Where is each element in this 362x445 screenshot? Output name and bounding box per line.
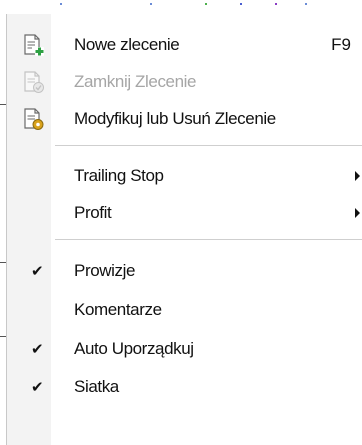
menu-item-label: Nowe zlecenie — [74, 35, 180, 54]
submenu-arrow-icon — [355, 208, 360, 218]
menu-separator — [55, 145, 362, 147]
menu-item-close-order[interactable]: Zamknij Zlecenie — [7, 65, 362, 99]
menu-separator — [55, 239, 362, 241]
menu-item-label: Siatka — [74, 377, 119, 396]
menu-item-label: Profit — [74, 203, 112, 222]
menu-item-label: Trailing Stop — [74, 166, 164, 185]
menu-item-label: Zamknij Zlecenie — [74, 72, 197, 91]
menu-item-commissions[interactable]: ✔ Prowizje — [7, 254, 362, 288]
checkmark-icon: ✔ — [31, 262, 44, 280]
menu-item-comments[interactable]: Komentarze — [7, 293, 362, 327]
menu-item-profit[interactable]: Profit — [7, 196, 362, 230]
chart-background-strip — [0, 0, 362, 14]
checkmark-icon: ✔ — [31, 340, 44, 358]
menu-item-auto-arrange[interactable]: ✔ Auto Uporządkuj — [7, 332, 362, 366]
menu-item-grid[interactable]: ✔ Siatka — [7, 370, 362, 404]
menu-item-label: Komentarze — [74, 300, 162, 319]
submenu-arrow-icon — [355, 171, 360, 181]
menu-item-modify-order[interactable]: Modyfikuj lub Usuń Zlecenie — [7, 102, 362, 136]
modify-order-icon — [22, 108, 44, 130]
menu-item-trailing-stop[interactable]: Trailing Stop — [7, 159, 362, 193]
menu-item-label: Prowizje — [74, 261, 136, 280]
menu-item-shortcut: F9 — [331, 35, 351, 54]
context-menu: Nowe zlecenie F9 Zamknij Zlecenie Modyfi… — [6, 14, 362, 445]
menu-item-label: Auto Uporządkuj — [74, 339, 194, 358]
menu-item-label: Modyfikuj lub Usuń Zlecenie — [74, 109, 276, 128]
close-order-icon — [22, 71, 44, 93]
checkmark-icon: ✔ — [31, 378, 44, 396]
menu-item-new-order[interactable]: Nowe zlecenie F9 — [7, 28, 362, 62]
new-order-icon — [22, 34, 44, 56]
